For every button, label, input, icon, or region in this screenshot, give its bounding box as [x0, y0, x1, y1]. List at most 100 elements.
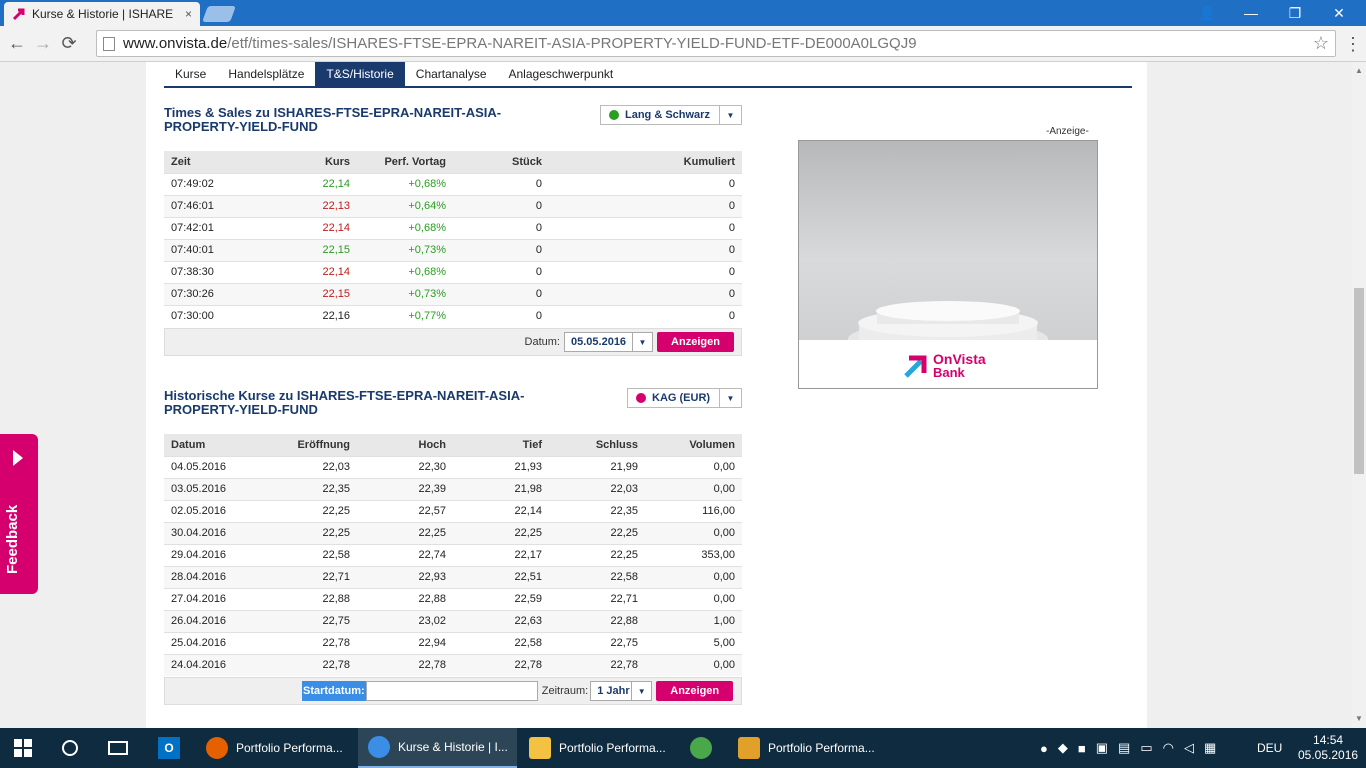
taskbar-app[interactable]: Kurse & Historie | I...: [358, 728, 517, 768]
clock[interactable]: 14:54 05.05.2016: [1298, 728, 1358, 768]
browser-toolbar: ← → ⟳ www.onvista.de/etf/times-sales/ISH…: [0, 26, 1366, 62]
cell-zeit: 07:30:26: [164, 282, 257, 305]
cell-schluss: 22,35: [549, 499, 645, 522]
cell-hoch: 22,74: [357, 543, 453, 566]
tab-close-icon[interactable]: ×: [185, 7, 192, 21]
cell-stueck: 0: [453, 194, 549, 217]
scroll-down-icon[interactable]: ▼: [1355, 714, 1363, 723]
browser-tab-strip: Kurse & Historie | ISHARE × 👤 — ❐ ✕: [0, 0, 1366, 26]
ts-anzeigen-button[interactable]: Anzeigen: [657, 332, 734, 352]
cell-datum: 29.04.2016: [164, 543, 247, 566]
table-row: 07:30:26 22,15 +0,73% 0 0: [164, 282, 742, 305]
address-bar[interactable]: www.onvista.de/etf/times-sales/ISHARES-F…: [96, 30, 1336, 57]
tab-kurse[interactable]: Kurse: [164, 62, 217, 86]
tab-chartanalyse[interactable]: Chartanalyse: [405, 62, 498, 86]
language-indicator[interactable]: DEU: [1257, 728, 1282, 768]
cell-tief: 22,63: [453, 609, 549, 632]
forward-icon[interactable]: →: [30, 31, 56, 57]
table-row: 24.04.2016 22,78 22,78 22,78 22,78 0,00: [164, 653, 742, 676]
volume-icon[interactable]: ◁: [1184, 740, 1194, 756]
taskbar-app[interactable]: Portfolio Performa...: [196, 728, 355, 768]
new-tab-button[interactable]: [202, 6, 236, 22]
close-window-button[interactable]: ✕: [1316, 0, 1362, 26]
onvista-bank-logo: OnVista Bank: [903, 352, 986, 379]
taskbar-app[interactable]: [680, 728, 724, 768]
taskbar-app-label: Portfolio Performa...: [559, 741, 666, 755]
scrollbar-thumb[interactable]: [1354, 288, 1364, 474]
dropbox-icon[interactable]: ◆: [1058, 740, 1068, 756]
page-scrollbar[interactable]: ▲ ▼: [1352, 62, 1366, 728]
ts-section-title: Times & Sales zu ISHARES-FTSE-EPRA-NAREI…: [164, 105, 502, 134]
maximize-button[interactable]: ❐: [1272, 0, 1318, 26]
taskbar-app[interactable]: Portfolio Performa...: [728, 728, 887, 768]
cell-volumen: 0,00: [645, 653, 742, 676]
ad-podium-image: [799, 141, 1097, 357]
notifications-icon[interactable]: ▦: [1204, 740, 1216, 756]
gpu-icon[interactable]: ▣: [1096, 740, 1108, 756]
back-icon[interactable]: ←: [4, 31, 30, 57]
col-tief: Tief: [522, 438, 542, 451]
tab-handelsplaetze[interactable]: Handelsplätze: [217, 62, 315, 86]
cell-hoch: 23,02: [357, 609, 453, 632]
cell-kurs: 22,15: [257, 282, 357, 305]
tab-ts-historie[interactable]: T&S/Historie: [315, 62, 405, 86]
taskbar-app-label: Portfolio Performa...: [236, 741, 343, 755]
cell-zeit: 07:49:02: [164, 172, 257, 195]
zeitraum-select[interactable]: 1 Jahr ▼: [590, 681, 653, 701]
taskbar-app[interactable]: Portfolio Performa...: [519, 728, 678, 768]
onvista-bank-ad[interactable]: OnVista Bank: [798, 140, 1098, 389]
cell-schluss: 22,58: [549, 565, 645, 588]
cell-hoch: 22,88: [357, 587, 453, 610]
outlook-icon[interactable]: O: [158, 728, 180, 768]
cell-kumuliert: 0: [549, 238, 742, 261]
wifi-icon[interactable]: ◠: [1163, 740, 1174, 756]
cell-zeit: 07:42:01: [164, 216, 257, 239]
user-icon[interactable]: 👤: [1184, 0, 1230, 26]
scroll-up-icon[interactable]: ▲: [1355, 66, 1363, 75]
datum-select[interactable]: 05.05.2016 ▼: [564, 332, 653, 352]
tab-anlageschwerpunkt[interactable]: Anlageschwerpunkt: [498, 62, 625, 86]
cell-kurs: 22,14: [257, 172, 357, 195]
cell-eroeffnung: 22,78: [247, 631, 357, 654]
cell-volumen: 0,00: [645, 521, 742, 544]
startdatum-input[interactable]: [365, 681, 538, 701]
search-circle-icon[interactable]: [62, 728, 78, 768]
cell-perf: +0,73%: [357, 282, 453, 305]
reload-icon[interactable]: ⟳: [56, 31, 82, 57]
cell-datum: 24.04.2016: [164, 653, 247, 676]
cell-datum: 25.04.2016: [164, 631, 247, 654]
chevron-down-icon: ▼: [631, 682, 651, 700]
ts-exchange-select[interactable]: Lang & Schwarz ▼: [600, 105, 742, 125]
hist-table: Datum Eröffnung Hoch Tief Schluss Volume…: [164, 434, 742, 676]
col-hoch: Hoch: [418, 438, 447, 451]
windows-taskbar: O Portfolio Performa... Kurse & Historie …: [0, 728, 1366, 768]
cell-hoch: 22,78: [357, 653, 453, 676]
cell-kurs: 22,13: [257, 194, 357, 217]
browser-tab[interactable]: Kurse & Historie | ISHARE ×: [4, 2, 200, 26]
ad-label: -Anzeige-: [1046, 126, 1089, 137]
page-icon: [103, 36, 115, 51]
system-tray-icons[interactable]: ● ◆ ■ ▣ ▤ ▭ ◠ ◁ ▦: [1040, 728, 1216, 768]
table-row: 30.04.2016 22,25 22,25 22,25 22,25 0,00: [164, 521, 742, 544]
onvista-logo-icon: [904, 355, 927, 378]
exchange-status-icon: [609, 110, 619, 120]
onvista-favicon-icon: [12, 7, 26, 21]
battery-icon[interactable]: ▭: [1140, 740, 1152, 756]
windows-start-icon[interactable]: [14, 728, 32, 768]
cell-tief: 22,58: [453, 631, 549, 654]
cell-hoch: 22,25: [357, 521, 453, 544]
col-volumen: Volumen: [689, 438, 735, 451]
tray-app-icon[interactable]: ■: [1078, 741, 1086, 756]
chevron-down-icon: ▼: [719, 106, 741, 124]
tray-icon[interactable]: ●: [1040, 741, 1048, 756]
task-view-icon[interactable]: [108, 728, 128, 768]
chrome-menu-icon[interactable]: ⋮: [1340, 31, 1366, 57]
hist-exchange-select[interactable]: KAG (EUR) ▼: [627, 388, 742, 408]
network-tray-icon[interactable]: ▤: [1118, 740, 1130, 756]
col-datum: Datum: [171, 438, 206, 451]
minimize-button[interactable]: —: [1228, 0, 1274, 26]
feedback-tab[interactable]: Feedback: [0, 434, 38, 594]
bookmark-star-icon[interactable]: ☆: [1313, 33, 1329, 54]
cell-tief: 22,51: [453, 565, 549, 588]
hist-anzeigen-button[interactable]: Anzeigen: [656, 681, 734, 701]
